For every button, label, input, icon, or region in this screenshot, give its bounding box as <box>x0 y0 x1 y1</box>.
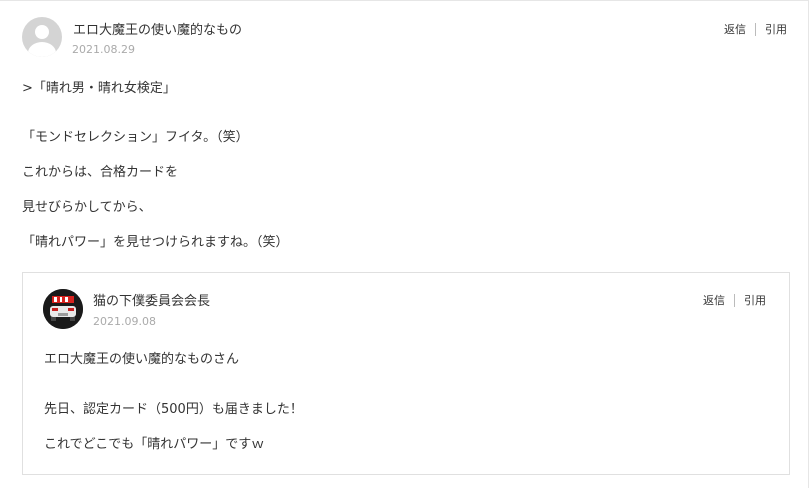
comment-line: これからは、合格カードを <box>22 165 179 180</box>
comment-thread: エロ大魔王の使い魔的なもの 2021.08.29 返信 引用 >「晴れ男・晴れ女… <box>0 0 809 488</box>
action-divider <box>755 22 756 36</box>
comment-line: 「モンドセレクション」フイタ。（笑） <box>22 130 249 145</box>
comment-line: >「晴れ男・晴れ女検定」 <box>22 81 176 96</box>
reply-line: 先日、認定カード（500円）も届きました！ <box>44 402 303 417</box>
action-divider <box>734 293 735 307</box>
default-avatar-icon[interactable] <box>22 17 62 57</box>
reply-author[interactable]: 猫の下僕委員会会長 <box>93 290 210 309</box>
quote-button[interactable]: 引用 <box>744 292 766 308</box>
comment-date: 2021.08.29 <box>72 43 135 56</box>
quote-button[interactable]: 引用 <box>765 21 787 37</box>
comment-line: 見せびらかしてから、 <box>22 200 152 215</box>
reply-button[interactable]: 返信 <box>724 21 746 37</box>
reply-button[interactable]: 返信 <box>703 292 725 308</box>
comment-author[interactable]: エロ大魔王の使い魔的なもの <box>73 19 242 38</box>
user-avatar-icon[interactable] <box>43 289 83 329</box>
reply-actions: 返信 引用 <box>703 292 766 308</box>
reply-line: これでどこでも「晴れパワー」ですｗ <box>44 437 265 452</box>
reply-line: エロ大魔王の使い魔的なものさん <box>44 352 240 367</box>
comment-line: 「晴れパワー」を見せつけられますね。（笑） <box>22 235 289 250</box>
reply-date: 2021.09.08 <box>93 315 156 328</box>
comment-actions: 返信 引用 <box>724 21 787 37</box>
